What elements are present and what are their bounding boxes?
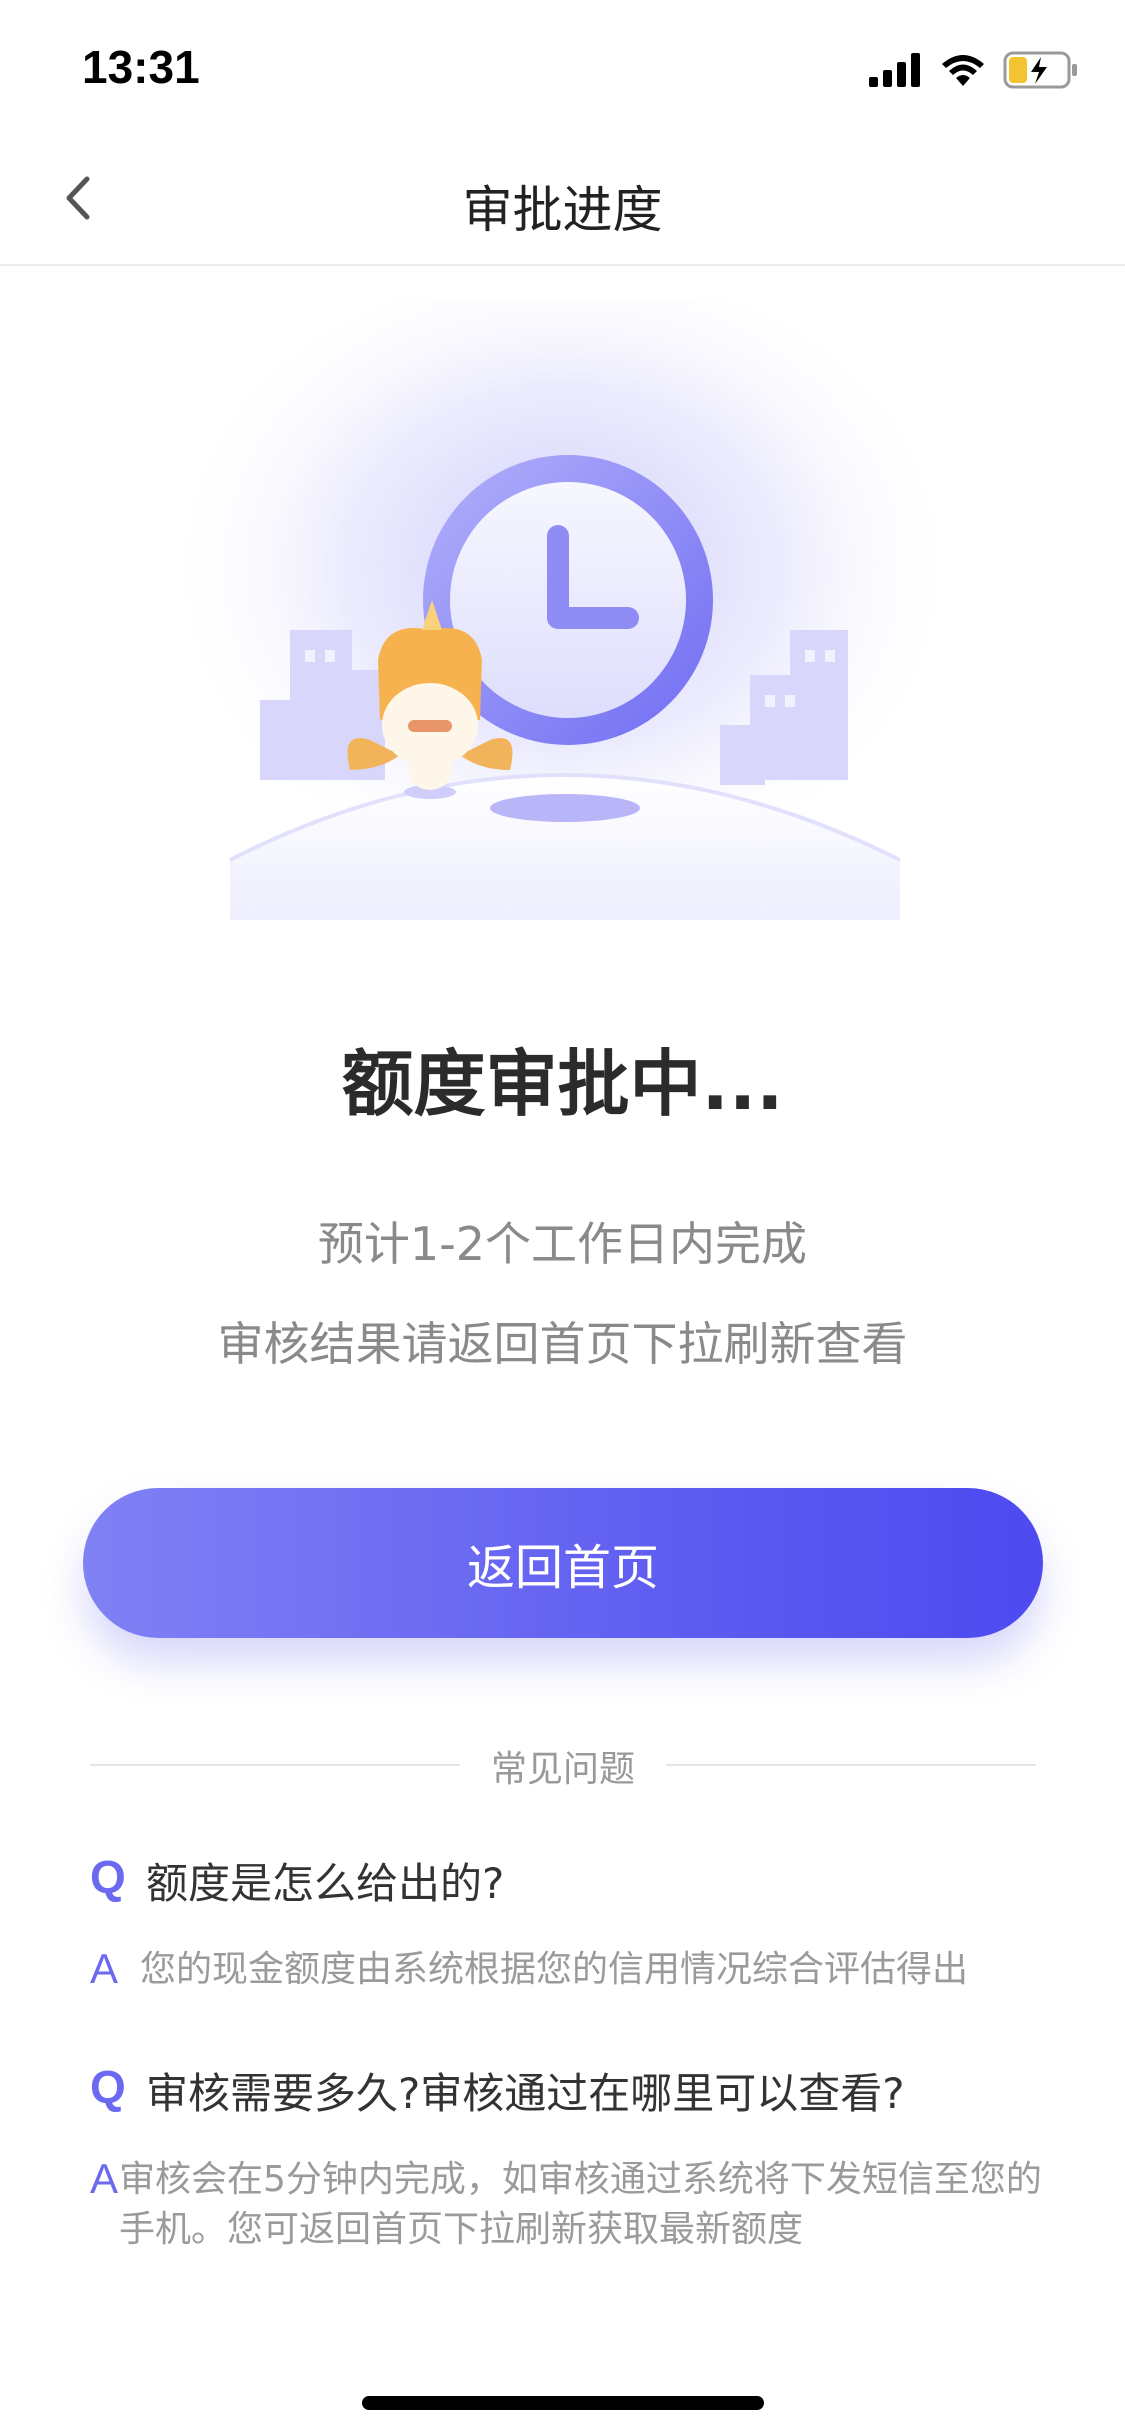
answer-mark: A bbox=[90, 2155, 119, 2202]
faq-question: Q 审核需要多久?审核通过在哪里可以查看? bbox=[90, 2060, 1050, 2121]
faq-heading: 常见问题 bbox=[490, 1749, 635, 1790]
question-text: 额度是怎么给出的? bbox=[146, 1859, 505, 1908]
signal-icon bbox=[869, 53, 920, 87]
status-time: 13:31 bbox=[82, 41, 200, 93]
answer-text: 您的现金额度由系统根据您的信用情况综合评估得出 bbox=[140, 1949, 969, 1990]
faq-divider: 常见问题 bbox=[90, 1740, 1036, 1790]
faq-answer: A 您的现金额度由系统根据您的信用情况综合评估得出 bbox=[90, 1945, 1050, 1995]
question-mark: Q bbox=[90, 1851, 126, 1903]
nav-bar: 审批进度 bbox=[0, 132, 1125, 266]
refresh-hint-text: 审核结果请返回首页下拉刷新查看 bbox=[217, 1317, 908, 1371]
question-mark: Q bbox=[90, 2061, 126, 2113]
status-bar: 13:31 bbox=[0, 0, 1125, 132]
faq-question: Q 额度是怎么给出的? bbox=[90, 1850, 1050, 1911]
approval-illustration bbox=[162, 300, 962, 930]
faq-item: Q 审核需要多久?审核通过在哪里可以查看? A 审核会在5分钟内完成，如审核通过… bbox=[90, 2060, 1050, 2255]
status-icons bbox=[869, 50, 1079, 90]
answer-text: 审核会在5分钟内完成，如审核通过系统将下发短信至您的手机。您可返回首页下拉刷新获… bbox=[118, 2159, 1042, 2250]
page-title: 审批进度 bbox=[462, 181, 663, 239]
approval-status-title: 额度审批中... bbox=[341, 1042, 784, 1126]
wifi-icon bbox=[942, 55, 984, 86]
faq-answer: A 审核会在5分钟内完成，如审核通过系统将下发短信至您的手机。您可返回首页下拉刷… bbox=[90, 2155, 1050, 2255]
estimated-time-text: 预计1-2个工作日内完成 bbox=[317, 1217, 808, 1271]
home-indicator[interactable] bbox=[362, 2396, 764, 2410]
battery-charging-icon bbox=[1003, 51, 1077, 89]
question-text: 审核需要多久?审核通过在哪里可以查看? bbox=[146, 2069, 905, 2118]
return-home-button[interactable]: 返回首页 bbox=[83, 1488, 1043, 1638]
faq-item: Q 额度是怎么给出的? A 您的现金额度由系统根据您的信用情况综合评估得出 bbox=[90, 1850, 1050, 1995]
answer-mark: A bbox=[90, 1945, 119, 1992]
divider-line-right bbox=[666, 1764, 1036, 1766]
